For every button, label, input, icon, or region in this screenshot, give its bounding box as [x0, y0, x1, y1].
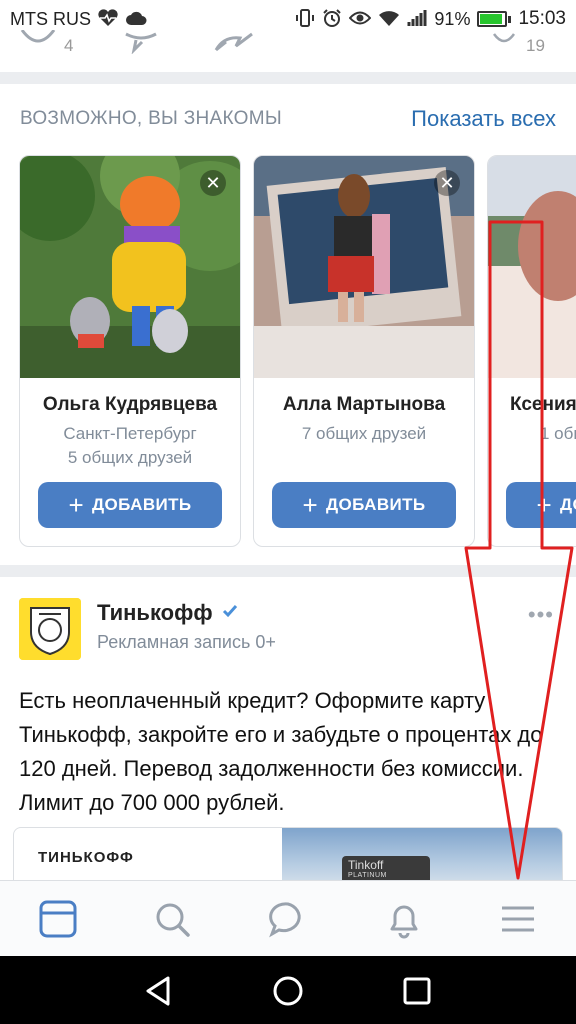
add-friend-button[interactable]: + ДОБАВИТЬ: [38, 482, 222, 528]
eye-icon: [349, 10, 372, 29]
suggestion-mutual: 1 общ: [540, 424, 576, 443]
comment-icon[interactable]: [124, 32, 158, 59]
profile-photo[interactable]: ✕: [20, 156, 240, 378]
tab-bar: [0, 880, 576, 956]
post-author-name[interactable]: Тинькофф: [97, 600, 213, 626]
ad-image: Tinkoff PLATINUM: [282, 828, 562, 886]
suggestion-mutual: 7 общих друзей: [301, 424, 427, 443]
suggestion-city: Санкт-Петербург: [63, 424, 197, 443]
battery-percent: 91%: [434, 8, 471, 29]
suggestions-title: ВОЗМОЖНО, ВЫ ЗНАКОМЫ: [20, 108, 283, 129]
status-bar: MTS RUS 91% 15:03: [0, 0, 576, 38]
back-icon[interactable]: [142, 974, 176, 1008]
suggestion-card[interactable]: Ксения 1 общ + ДОБАВИТЬ: [487, 155, 576, 547]
add-friend-button[interactable]: + ДОБАВИТЬ: [272, 482, 456, 528]
plus-icon: +: [68, 490, 85, 520]
wifi-icon: [378, 9, 400, 30]
like-icon[interactable]: [18, 29, 58, 59]
battery-icon: [477, 11, 512, 27]
suggestion-name[interactable]: Ксения: [488, 394, 576, 416]
carrier-label: MTS RUS: [10, 8, 91, 29]
recents-icon[interactable]: [400, 974, 434, 1008]
dismiss-icon[interactable]: ✕: [434, 170, 460, 196]
profile-photo[interactable]: ✕: [254, 156, 474, 378]
clock: 15:03: [518, 8, 566, 29]
suggestion-card[interactable]: ✕ Алла Мартынова 7 общих друзей + ДОБАВИ…: [253, 155, 475, 547]
separator: [0, 565, 576, 577]
menu-icon[interactable]: [498, 899, 538, 939]
add-friend-label: ДОБАВИТЬ: [326, 495, 426, 514]
suggestion-info: 1 общ: [488, 422, 576, 446]
notifications-icon[interactable]: [384, 899, 424, 939]
share-icon[interactable]: [214, 32, 254, 61]
separator: [0, 72, 576, 84]
ad-card-tier: PLATINUM: [348, 872, 387, 879]
suggestion-info: Санкт-Петербург 5 общих друзей: [20, 422, 240, 470]
cloud-icon: [125, 10, 147, 29]
tinkoff-logo: [19, 598, 81, 660]
add-friend-button[interactable]: + ДОБАВИТЬ: [506, 482, 576, 528]
search-icon[interactable]: [152, 899, 192, 939]
suggestion-name[interactable]: Алла Мартынова: [254, 394, 474, 416]
verified-icon: [221, 602, 239, 625]
suggestion-cards: ✕ Ольга Кудрявцева Санкт-Петербург 5 общ…: [0, 155, 576, 550]
system-navigation-bar: [0, 956, 576, 1024]
like-count: 4: [64, 36, 74, 55]
post-subtitle: Рекламная запись 0+: [97, 632, 276, 652]
vibrate-icon: [295, 8, 315, 31]
show-all-link[interactable]: Показать всех: [411, 106, 556, 132]
ad-brand: ТИНЬКОФФ: [38, 849, 134, 866]
dismiss-icon[interactable]: ✕: [200, 170, 226, 196]
post-author[interactable]: Тинькофф: [97, 600, 239, 626]
suggestion-mutual: 5 общих друзей: [67, 448, 193, 467]
heart-pulse-icon: [97, 8, 119, 30]
signal-icon: [407, 9, 427, 30]
views-icon: [492, 32, 516, 51]
post-text: Есть неоплаченный кредит? Оформите карту…: [19, 688, 543, 815]
phone-screen: MTS RUS 91% 15:03 4 19 ВОЗМОЖНО, ВЫ ЗНАК…: [0, 0, 576, 1024]
views-count: 19: [526, 36, 545, 55]
plus-icon: +: [302, 490, 319, 520]
alarm-icon: [322, 8, 342, 31]
home-icon[interactable]: [271, 974, 305, 1008]
ad-preview[interactable]: ТИНЬКОФФ Tinkoff PLATINUM: [13, 827, 563, 887]
suggestion-card[interactable]: ✕ Ольга Кудрявцева Санкт-Петербург 5 общ…: [19, 155, 241, 547]
suggestion-name[interactable]: Ольга Кудрявцева: [20, 394, 240, 416]
suggestion-info: 7 общих друзей: [254, 422, 474, 446]
add-friend-label: ДОБАВИТЬ: [92, 495, 192, 514]
add-friend-label: ДОБАВИТЬ: [560, 495, 576, 514]
messages-icon[interactable]: [268, 899, 308, 939]
more-icon[interactable]: •••: [528, 602, 554, 628]
profile-photo[interactable]: [488, 156, 576, 378]
ad-card-brand: Tinkoff: [348, 858, 384, 872]
previous-post-actions: 4 19: [0, 29, 576, 72]
news-icon[interactable]: [38, 899, 78, 939]
post-avatar[interactable]: [19, 598, 81, 660]
plus-icon: +: [536, 490, 553, 520]
